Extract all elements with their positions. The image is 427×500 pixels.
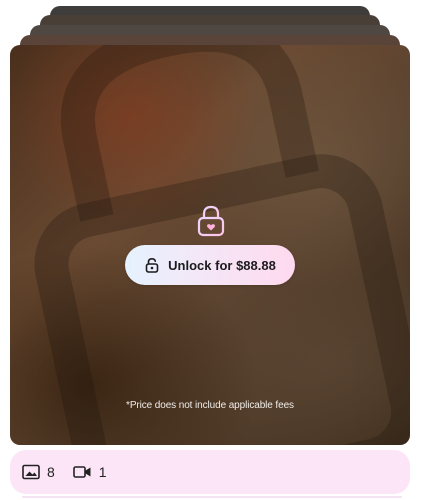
video-camera-icon [72,466,91,478]
photo-count: 8 [22,464,55,480]
video-count: 1 [72,464,107,480]
image-icon [22,464,40,480]
video-count-value: 1 [98,464,107,480]
unlock-button[interactable]: Unlock for $88.88 [125,245,295,285]
lock-heart-icon [197,205,225,237]
unlock-icon [145,257,159,273]
locked-post: Unlock for $88.88 *Price does not includ… [0,0,427,500]
footer-divider [22,496,402,498]
media-count-bar: 8 1 [10,450,410,494]
unlock-button-label: Unlock for $88.88 [168,257,276,273]
price-fee-note: *Price does not include applicable fees [126,400,294,411]
photo-count-value: 8 [47,464,55,480]
locked-media-card: Unlock for $88.88 *Price does not includ… [10,45,410,445]
